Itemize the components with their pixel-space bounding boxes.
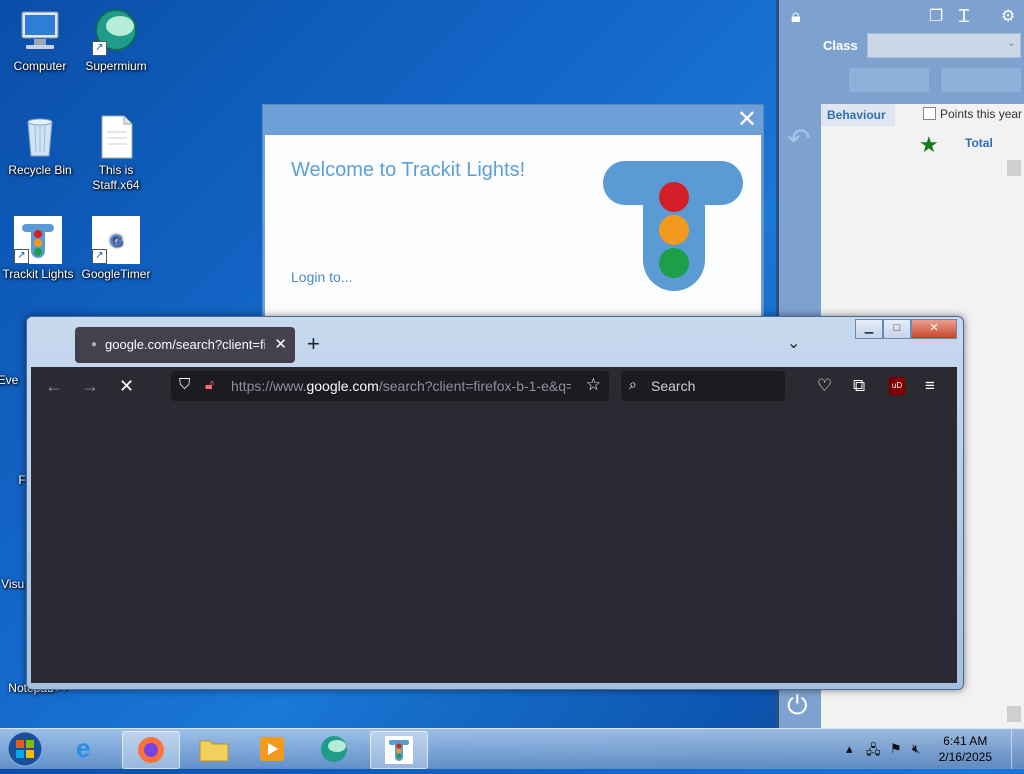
search-bar[interactable]: ⌕ Search [621,371,785,401]
maximize-button[interactable]: □ [883,319,911,339]
checkbox-icon [923,107,936,120]
undo-icon[interactable]: ↶ [787,122,810,155]
taskbar-media-player[interactable] [244,731,300,767]
desktop-icon-label: This is Staff.x64 [92,163,140,192]
search-icon: ⌕ [629,376,637,392]
recycle-bin-icon [16,112,64,160]
points-this-year-checkbox[interactable]: Points this year [923,107,1022,121]
tab-title: google.com/search?client=firefox-b-1-e&q… [105,337,265,352]
desktop-icon-staff-file[interactable]: This is Staff.x64 [78,112,154,193]
browser-tab[interactable]: ● google.com/search?client=firefox-b-1-e… [75,327,295,363]
url-text: https://www.google.com/search?client=fir… [231,378,571,394]
computer-icon [16,8,64,56]
class-label: Class [823,38,858,53]
trackit-lights-icon [385,736,413,764]
scrollbar-up[interactable] [1007,160,1021,176]
desktop-icon-label: Trackit Lights [2,267,74,281]
page-content[interactable] [31,407,957,683]
shortcut-arrow-icon: ↗ [14,249,29,264]
desktop-icon-trackit-lights[interactable]: ↗ Trackit Lights [0,216,76,282]
folder-icon [199,740,229,762]
welcome-dialog-body: Welcome to Trackit Lights! Login to... [265,135,761,325]
close-icon[interactable]: ✕ [737,107,757,133]
taskbar-supermium[interactable] [306,731,362,767]
panel-button-2[interactable] [941,68,1021,92]
taskbar-trackit-lights[interactable] [370,731,428,769]
window-close-button[interactable]: ✕ [911,319,957,339]
supermium-icon [321,736,347,762]
login-link[interactable]: Login to... [291,269,353,285]
desktop-icon-supermium[interactable]: ↗ Supermium [78,8,154,74]
clock[interactable]: 6:41 AM 2/16/2025 [939,733,992,765]
desktop-icon-googletimer[interactable]: G ↗ GoogleTimer [78,216,154,282]
taskbar-internet-explorer[interactable]: e [62,731,118,767]
shortcut-arrow-icon: ↗ [92,249,107,264]
firefox-window: ▁ □ ✕ ● google.com/search?client=firefox… [26,316,964,690]
internet-explorer-icon: e [76,733,91,763]
volume-muted-icon[interactable]: 🔇︎ [912,741,920,757]
copy-icon[interactable]: ❐ [929,6,943,26]
back-button[interactable]: ← [45,375,63,397]
welcome-dialog: ✕ Welcome to Trackit Lights! Login to... [262,104,764,326]
forward-button[interactable]: → [81,375,99,397]
bookmark-star-icon[interactable]: ☆ [586,375,601,395]
class-select[interactable]: ⌄ [867,33,1021,58]
supermium-icon: ↗ [92,8,140,56]
svg-text:G: G [110,233,122,250]
desktop-icon-computer[interactable]: Computer [2,8,78,74]
google-icon: G ↗ [92,216,140,264]
nav-toolbar: ← → ✕ ⛉ 🔓︎ https://www.google.com/search… [31,367,957,407]
lock-insecure-icon[interactable]: 🔓︎ [205,376,214,393]
stop-button[interactable]: ✕ [119,375,134,397]
tab-close-icon[interactable]: ✕ [274,327,287,363]
extensions-icon[interactable]: ⧉ [853,375,865,397]
desktop-icon-label: Recycle Bin [8,163,72,177]
pocket-icon[interactable]: ♡ [817,375,832,397]
tab-behaviour[interactable]: Behaviour [821,104,895,126]
new-tab-button[interactable]: + [307,331,320,357]
desktop-icon-label: Computer [13,59,67,73]
action-center-flag-icon[interactable]: ⚑ [890,741,902,757]
star-icon: ★ [919,132,939,157]
lock-icon[interactable]: 🔒︎ [791,6,801,27]
trackit-lights-logo [603,161,743,291]
taskbar: e ▴ 🖧 ⚑ 🔇︎ 6:41 AM 2/16/2025 [0,728,1024,769]
welcome-title: Welcome to Trackit Lights! [291,159,526,181]
cursor-icon[interactable]: Ɪ [959,4,969,28]
show-hidden-icons-button[interactable]: ▴ [846,741,853,757]
trackit-lights-icon: ↗ [14,216,62,264]
firefox-icon [138,737,164,763]
desktop-icon-label: Eve [0,373,19,387]
start-button[interactable] [4,729,46,769]
ublock-origin-icon[interactable]: uD [889,377,905,395]
url-bar[interactable]: ⛉ 🔓︎ https://www.google.com/search?clien… [171,371,609,401]
desktop-icon-label: Supermium [85,59,147,73]
network-icon[interactable]: 🖧 [866,741,881,763]
search-placeholder: Search [651,378,696,394]
settings-icon[interactable]: ⚙ [1001,6,1015,26]
clock-date: 2/16/2025 [938,750,992,764]
taskbar-file-explorer[interactable] [186,731,242,767]
shield-icon[interactable]: ⛉ [179,376,190,393]
total-label: Total [965,136,993,150]
desktop-icon-label: GoogleTimer [81,267,151,281]
media-player-icon [260,737,284,761]
document-icon [92,112,140,160]
list-all-tabs-button[interactable]: ⌄ [787,333,800,353]
panel-button-1[interactable] [849,68,929,92]
minimize-button[interactable]: ▁ [855,319,883,339]
desktop-icon-label: F [18,473,26,487]
power-icon[interactable]: ⏻ [787,690,808,722]
show-desktop-button[interactable] [1011,729,1024,769]
shortcut-arrow-icon: ↗ [92,41,107,56]
menu-icon[interactable]: ≡ [925,375,935,397]
taskbar-firefox[interactable] [122,731,180,769]
tab-loading-icon: ● [91,339,98,350]
chevron-down-icon: ⌄ [1006,37,1016,49]
windows-logo-icon [7,731,43,767]
clock-time: 6:41 AM [943,734,988,748]
scrollbar-down[interactable] [1007,706,1021,722]
desktop-icon-recycle-bin[interactable]: Recycle Bin [2,112,78,178]
desktop-icon-label: M Visu [0,577,25,591]
